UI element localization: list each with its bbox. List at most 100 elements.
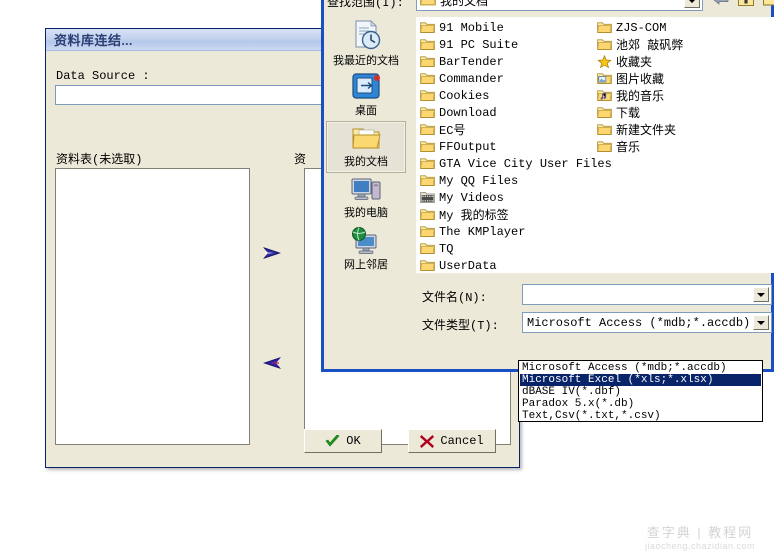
folder-icon xyxy=(420,141,435,152)
place-label: 我的文档 xyxy=(344,156,388,168)
place-recent-documents[interactable]: 我最近的文档 xyxy=(326,17,406,69)
favorites-star-icon xyxy=(597,55,612,68)
watermark-title: 查字典 | 教程网 xyxy=(646,524,754,540)
file-list-item-label: TQ xyxy=(439,241,454,256)
file-list-item[interactable]: 图片收藏 xyxy=(597,70,683,87)
file-list-item-label: Cookies xyxy=(439,88,490,103)
file-list-item[interactable]: 池郊 敲矾弊 xyxy=(597,36,683,53)
look-in-label: 查找范围(I): xyxy=(327,0,404,10)
file-list-item-label: My QQ Files xyxy=(439,173,519,188)
file-list-item-label: 新建文件夹 xyxy=(616,124,677,138)
file-list-item-label: 音乐 xyxy=(616,141,641,155)
folder-icon xyxy=(420,55,435,68)
file-name-combobox[interactable] xyxy=(522,284,772,305)
file-list-item[interactable]: 收藏夹 xyxy=(597,53,683,70)
music-folder-icon xyxy=(597,89,612,102)
file-list-item[interactable]: TQ xyxy=(420,240,612,257)
folder-icon xyxy=(597,123,612,136)
place-my-documents[interactable]: 我的文档 xyxy=(326,121,406,173)
folder-icon xyxy=(420,89,435,102)
folder-icon xyxy=(420,226,435,237)
file-list-item-label: BarTender xyxy=(439,54,504,69)
file-list-item[interactable]: BarTender xyxy=(420,53,612,70)
file-list-item[interactable]: My 我的标签 xyxy=(420,206,612,223)
chevron-down-icon[interactable] xyxy=(753,315,769,330)
file-list-item[interactable]: 91 Mobile xyxy=(420,19,612,36)
file-type-option[interactable]: Paradox 5.x(*.db) xyxy=(520,398,761,410)
my-computer-icon xyxy=(351,178,381,200)
file-list-item[interactable]: My Videos xyxy=(420,189,612,206)
file-type-option[interactable]: Microsoft Excel (*xls;*.xlsx) xyxy=(520,374,761,386)
file-list-item[interactable]: My QQ Files xyxy=(420,172,612,189)
file-type-combobox[interactable]: Microsoft Access (*mdb;*.accdb) xyxy=(522,312,772,333)
available-tables-list[interactable] xyxy=(55,168,250,445)
video-folder-icon xyxy=(420,192,435,203)
file-list-item-label: FFOutput xyxy=(439,139,497,154)
file-type-option[interactable]: Text,Csv(*.txt,*.csv) xyxy=(520,410,761,422)
file-list-item[interactable]: 我的音乐 xyxy=(597,87,683,104)
look-in-combobox[interactable]: 我的文档 xyxy=(416,0,703,11)
file-list-item[interactable]: FFOutput xyxy=(420,138,612,155)
file-list-view[interactable]: 91 Mobile 91 PC Suite BarTender Commander Co… xyxy=(416,17,774,273)
file-type-dropdown-list[interactable]: Microsoft Access (*mdb;*.accdb) Microsoft… xyxy=(518,360,763,422)
file-type-option[interactable]: dBASE IV(*.dbf) xyxy=(520,386,761,398)
folder-icon xyxy=(597,106,612,119)
move-right-button[interactable] xyxy=(259,243,285,263)
desktop-icon xyxy=(352,73,380,99)
dialog-title: 资料库连结... xyxy=(54,33,133,48)
folder-icon xyxy=(420,106,435,119)
file-list-item[interactable]: 下载 xyxy=(597,104,683,121)
folder-icon xyxy=(597,141,612,152)
file-list-item[interactable]: ZJS-COM xyxy=(597,19,683,36)
folder-icon xyxy=(597,39,612,50)
place-desktop[interactable]: 桌面 xyxy=(326,69,406,121)
ok-button[interactable]: OK xyxy=(304,429,382,453)
file-list-item[interactable]: GTA Vice City User Files xyxy=(420,155,612,172)
network-places-icon xyxy=(352,227,377,254)
folder-icon xyxy=(420,175,435,186)
arrow-right-icon xyxy=(263,247,281,259)
file-list-item[interactable]: The KMPlayer xyxy=(420,223,612,240)
watermark-url: jiaocheng.chazidian.com xyxy=(644,540,756,551)
folder-icon xyxy=(420,22,435,33)
file-list-item[interactable]: Download xyxy=(420,104,612,121)
file-list-item-label: EC号 xyxy=(439,124,466,138)
file-list-item[interactable]: 新建文件夹 xyxy=(597,121,683,138)
folder-icon xyxy=(420,260,435,271)
file-list-item-label: Download xyxy=(439,105,497,120)
folder-icon xyxy=(597,21,612,34)
folder-icon xyxy=(420,208,435,221)
folder-icon xyxy=(420,21,435,34)
file-list-item-label: 91 PC Suite xyxy=(439,37,519,52)
file-list-item[interactable]: EC号 xyxy=(420,121,612,138)
chevron-down-icon[interactable] xyxy=(684,0,700,8)
file-list-item[interactable]: Cookies xyxy=(420,87,612,104)
look-in-value: 我的文档 xyxy=(440,0,489,8)
file-list-item-label: 池郊 敲矾弊 xyxy=(616,39,684,53)
new-folder-button[interactable] xyxy=(760,0,774,9)
ok-button-label: OK xyxy=(346,434,361,448)
file-list-column-1: 91 Mobile 91 PC Suite BarTender Commander Co… xyxy=(420,19,612,273)
up-one-level-button[interactable] xyxy=(735,0,756,9)
file-name-label: 文件名(N): xyxy=(422,291,487,305)
pictures-folder-icon xyxy=(597,72,612,85)
place-network-places[interactable]: 网上邻居 xyxy=(326,225,406,277)
chevron-down-icon[interactable] xyxy=(753,287,769,302)
file-list-item[interactable]: 91 PC Suite xyxy=(420,36,612,53)
file-list-item[interactable]: UserData xyxy=(420,257,612,273)
watermark: 查字典 | 教程网 jiaocheng.chazidian.com xyxy=(630,522,770,551)
folder-icon xyxy=(420,107,435,118)
folder-icon xyxy=(420,38,435,51)
place-label: 我的电脑 xyxy=(344,207,388,219)
file-type-option[interactable]: Microsoft Access (*mdb;*.accdb) xyxy=(520,362,761,374)
recent-documents-icon xyxy=(355,20,381,50)
file-list-item[interactable]: Commander xyxy=(420,70,612,87)
pictures-folder-icon xyxy=(597,73,612,84)
back-button[interactable] xyxy=(710,0,731,9)
cancel-button[interactable]: Cancel xyxy=(408,429,496,453)
move-left-button[interactable] xyxy=(259,353,285,373)
folder-icon xyxy=(420,259,435,272)
place-my-computer[interactable]: 我的电脑 xyxy=(326,173,406,225)
file-list-item-label: 收藏夹 xyxy=(616,56,653,70)
file-list-item[interactable]: 音乐 xyxy=(597,138,683,155)
